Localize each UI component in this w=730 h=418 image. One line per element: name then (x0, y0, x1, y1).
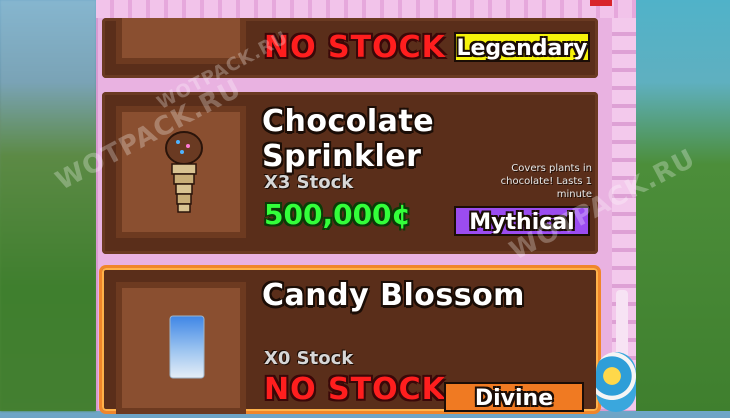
close-button[interactable] (590, 0, 612, 6)
item-thumbnail (116, 282, 246, 414)
item-price: 500,000¢ (264, 198, 412, 231)
seed-shop-panel: NO STOCK Legendary Chocolate Sprinkler X… (96, 0, 636, 414)
item-description: Covers plants in chocolate! Lasts 1 minu… (500, 163, 592, 200)
no-stock-label: NO STOCK (264, 372, 446, 407)
item-name: Candy Blossom (262, 278, 525, 313)
background-left (0, 0, 96, 411)
no-stock-label: NO STOCK (264, 30, 446, 65)
item-stock: X3 Stock (264, 172, 354, 193)
side-button-orb[interactable] (596, 352, 636, 412)
shop-item-card-candy-blossom[interactable]: Candy Blossom X0 Stock NO STOCK Divine (102, 268, 598, 414)
item-stock: X0 Stock (264, 348, 354, 369)
background-right (636, 0, 730, 411)
candy-blossom-seed-icon (169, 315, 205, 379)
rarity-badge-divine: Divine (444, 382, 584, 412)
shop-item-card-legendary[interactable]: NO STOCK Legendary (102, 18, 598, 78)
shop-header-bar (96, 0, 636, 18)
rarity-badge-legendary: Legendary (454, 32, 590, 62)
